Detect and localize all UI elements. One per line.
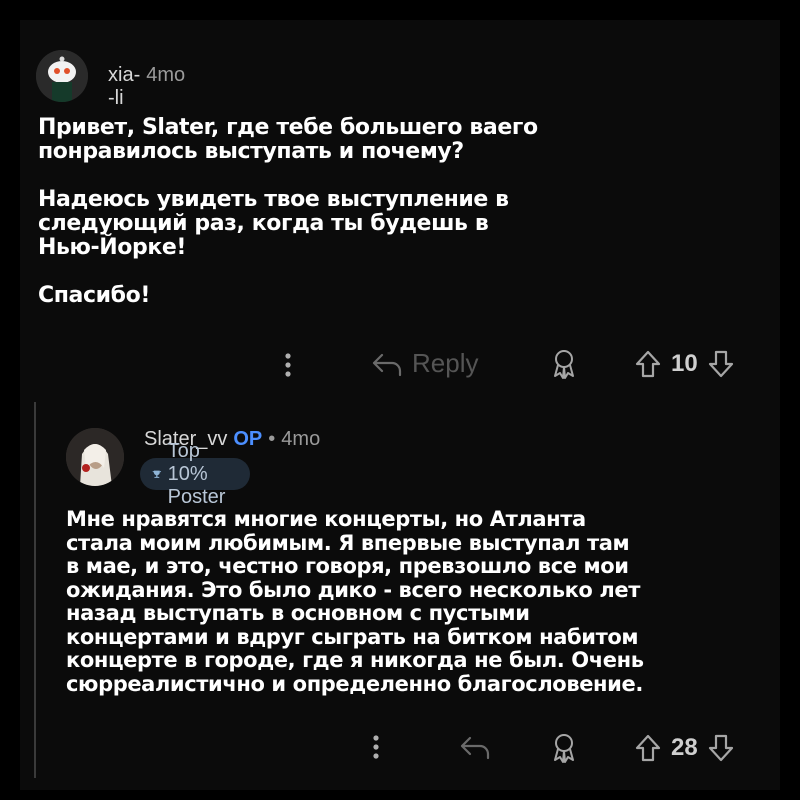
comment-meta: xia--li 4mo [108, 64, 185, 110]
more-options-button[interactable] [280, 350, 296, 380]
user-flair-badge[interactable]: Top 10% Poster [140, 440, 250, 508]
username[interactable]: xia--li [108, 64, 140, 110]
comment-paragraph: Мне нравятся многие концерты, но Атланта… [66, 507, 644, 696]
thread-line[interactable] [34, 402, 36, 778]
trophy-icon [152, 470, 162, 478]
timestamp: 4mo [281, 428, 321, 450]
badge-label: Top 10% Poster [167, 439, 226, 508]
upvote-arrow-icon[interactable] [633, 348, 663, 380]
upvote-arrow-icon[interactable] [633, 732, 663, 764]
vote-controls: 28 [633, 732, 736, 764]
reply-button[interactable] [458, 732, 492, 762]
reply-label: Reply [412, 348, 479, 378]
comment-paragraph: Привет, Slater, где тебе большего ваего … [38, 115, 538, 164]
downvote-arrow-icon[interactable] [706, 348, 736, 380]
separator: • [268, 428, 276, 450]
comment-body: Мне нравятся многие концерты, но Атланта… [66, 507, 766, 696]
downvote-arrow-icon[interactable] [706, 732, 736, 764]
more-vertical-icon [285, 353, 291, 377]
reply-arrow-icon [460, 736, 490, 760]
vote-count: 28 [671, 734, 698, 761]
comment-paragraph: Надеюсь увидеть твое выступление в следу… [38, 187, 509, 260]
award-button[interactable] [550, 732, 578, 764]
award-icon [554, 734, 574, 763]
comment-paragraph: Спасибо! [38, 283, 150, 308]
avatar[interactable] [66, 428, 124, 486]
award-button[interactable] [550, 348, 578, 380]
reply-arrow-icon [372, 353, 402, 376]
op-tag: OP [233, 428, 263, 450]
more-vertical-icon [373, 735, 379, 759]
profile-photo-icon [66, 428, 124, 486]
comment-body: Привет, Slater, где тебе большего ваего … [38, 116, 758, 308]
avatar[interactable] [36, 50, 88, 102]
more-options-button[interactable] [368, 732, 384, 762]
snoo-avatar-icon [36, 50, 88, 102]
award-icon [554, 350, 574, 379]
vote-controls: 10 [633, 348, 736, 380]
reply-button[interactable]: Reply [370, 348, 478, 379]
vote-count: 10 [671, 350, 698, 377]
timestamp: 4mo [146, 64, 186, 86]
